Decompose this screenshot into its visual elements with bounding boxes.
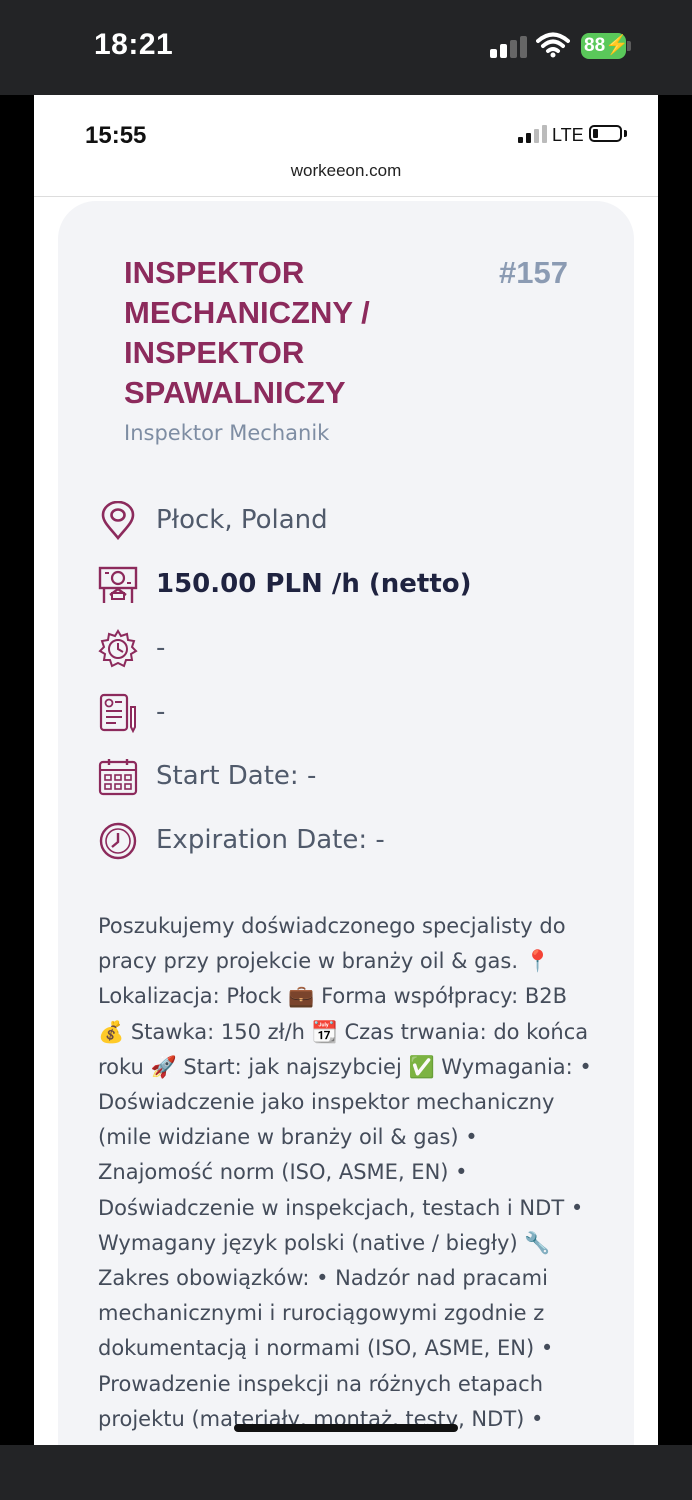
- bottom-bar: [0, 1445, 692, 1500]
- detail-start-date: Start Date: -: [98, 757, 618, 821]
- gear-clock-icon: [98, 629, 138, 668]
- inner-time: 15:55: [85, 122, 147, 149]
- detail-work-time: -: [98, 629, 618, 693]
- device-time: 18:21: [94, 28, 174, 61]
- job-card: INSPEKTOR MECHANICZNY / INSPEKTOR SPAWAL…: [58, 201, 634, 1445]
- signal-icon: [518, 125, 547, 143]
- job-title: INSPEKTOR MECHANICZNY / INSPEKTOR SPAWAL…: [124, 255, 370, 410]
- battery-icon: 88⚡: [581, 33, 629, 59]
- detail-location: Płock, Poland: [98, 501, 618, 565]
- home-indicator[interactable]: [234, 1424, 458, 1432]
- network-label: LTE: [552, 125, 584, 145]
- expiration-date-text: Expiration Date: -: [156, 825, 385, 855]
- clock-icon: [99, 822, 137, 860]
- device-status-bar: 18:21 88⚡: [0, 0, 692, 95]
- work-time-text: -: [156, 633, 166, 663]
- battery-cap: [627, 41, 631, 51]
- detail-expiration-date: Expiration Date: -: [98, 821, 618, 885]
- contract-document-icon: [99, 693, 136, 733]
- job-details: Płock, Poland 150.00 PLN /h (netto) - - …: [98, 501, 618, 885]
- money-icon: [98, 566, 138, 603]
- job-description: Poszukujemy doświadczonego specjalisty d…: [98, 914, 592, 1431]
- rate-text: 150.00 PLN /h (netto): [156, 569, 472, 599]
- battery-cap: [624, 130, 627, 137]
- job-subtitle: Inspektor Mechanik: [124, 421, 330, 445]
- browser-screenshot: 15:55 LTE workeeon.com INSPEKTOR MECHANI…: [34, 95, 658, 1445]
- url-bar[interactable]: workeeon.com: [34, 161, 658, 181]
- contract-text: -: [156, 697, 166, 727]
- divider: [34, 196, 658, 197]
- job-id: #157: [499, 255, 568, 290]
- detail-rate: 150.00 PLN /h (netto): [98, 565, 618, 629]
- signal-icon: [490, 36, 527, 58]
- wifi-icon: [536, 32, 570, 58]
- battery-percent: 88: [584, 35, 606, 56]
- battery-icon: [589, 125, 622, 142]
- start-date-text: Start Date: -: [156, 761, 317, 791]
- location-text: Płock, Poland: [156, 505, 328, 535]
- detail-contract: -: [98, 693, 618, 757]
- calendar-icon: [98, 759, 138, 796]
- location-pin-icon: [101, 501, 135, 541]
